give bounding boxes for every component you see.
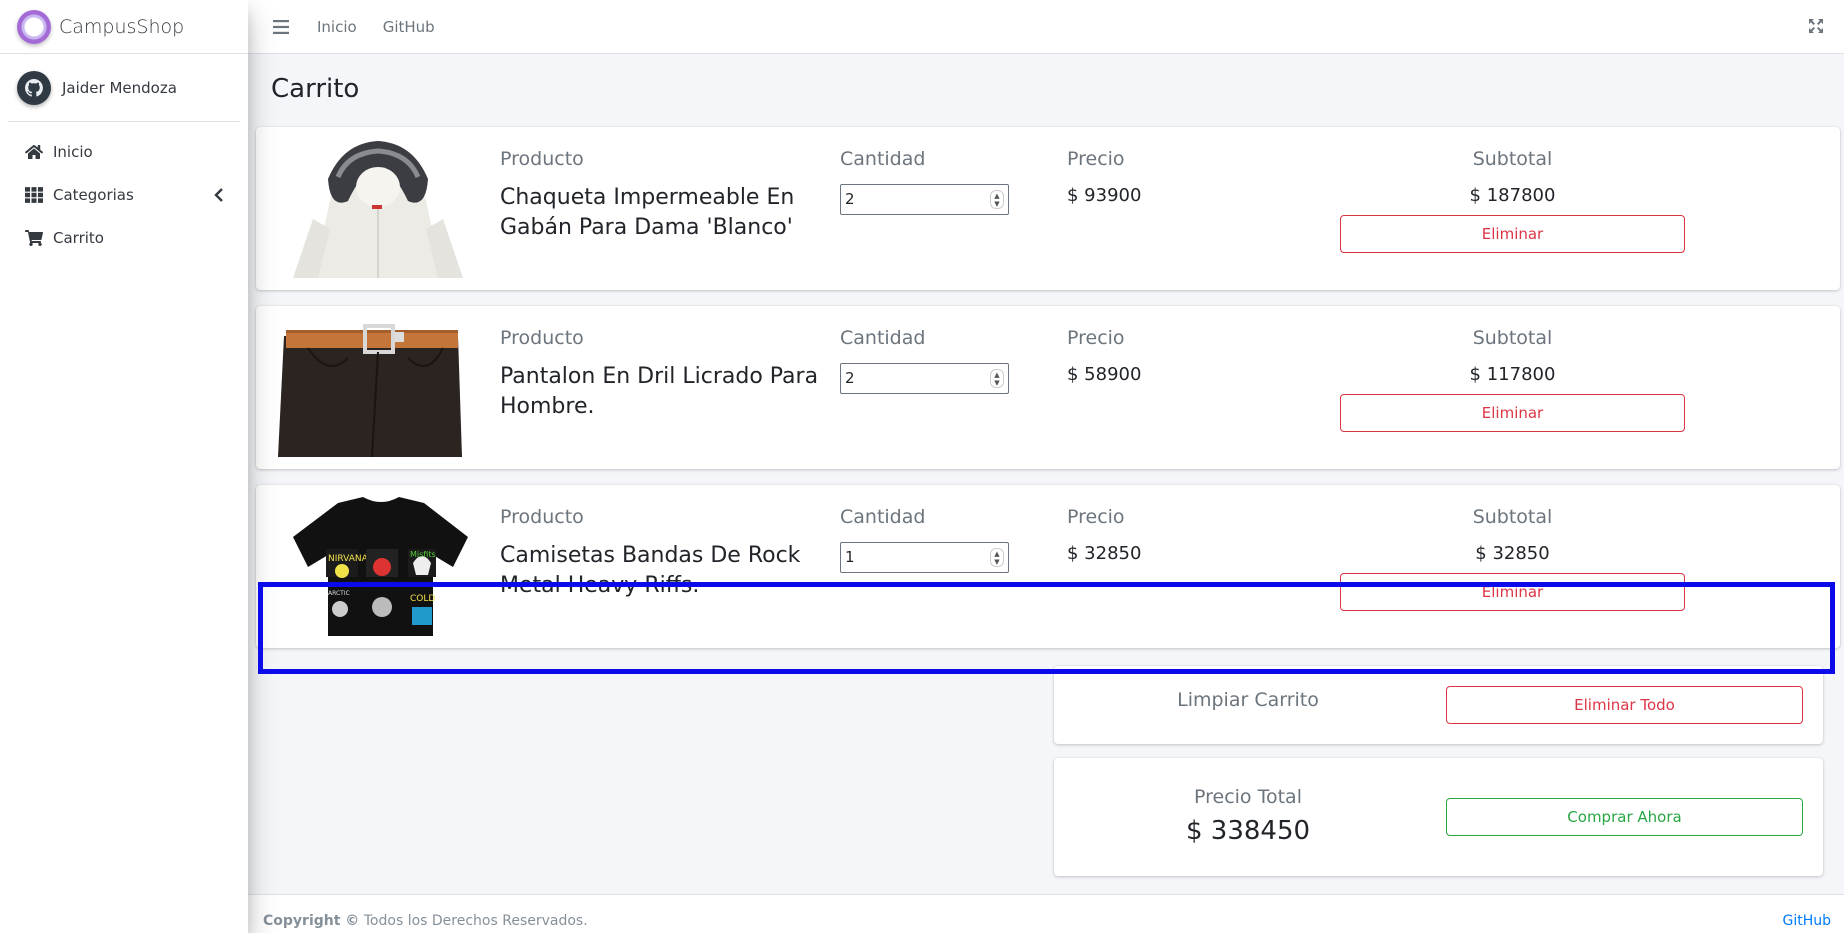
top-navbar: Inicio GitHub (248, 0, 1844, 54)
clear-cart-card: Limpiar Carrito Eliminar Todo (1054, 666, 1823, 744)
svg-text:Misfits: Misfits (410, 550, 436, 559)
product-name: Chaqueta Impermeable En Gabán Para Dama … (500, 185, 795, 240)
footer: Copyright © Todos los Derechos Reservado… (248, 894, 1844, 933)
cart-icon (24, 228, 44, 248)
price-value: $ 93900 (1067, 185, 1142, 206)
brand-link[interactable]: CampusShop (0, 0, 248, 54)
subtotal-value: $ 117800 (1469, 364, 1556, 385)
github-icon (25, 78, 43, 97)
total-card: Precio Total $ 338450 Comprar Ahora (1054, 758, 1823, 876)
copyright-bold: Copyright © (263, 913, 360, 929)
subtotal-value: $ 187800 (1469, 185, 1556, 206)
remove-item-button[interactable]: Eliminar (1340, 215, 1685, 253)
quantity-value: 2 (845, 190, 855, 208)
grid-icon (24, 185, 44, 205)
sidebar-item-label: Categorias (53, 186, 134, 204)
user-name: Jaider Mendoza (62, 78, 177, 97)
footer-github-link[interactable]: GitHub (1782, 913, 1831, 929)
cart-item: NIRVANA Misfits ARCTIC COLD Producto Cam… (256, 485, 1840, 648)
buy-now-button[interactable]: Comprar Ahora (1446, 798, 1803, 836)
svg-text:COLD: COLD (410, 594, 435, 604)
copyright-rest: Todos los Derechos Reservados. (359, 913, 588, 929)
product-name: Pantalon En Dril Licrado Para Hombre. (500, 364, 819, 419)
chevron-left-icon (212, 187, 226, 203)
remove-all-button[interactable]: Eliminar Todo (1446, 686, 1803, 724)
quantity-label: Cantidad (840, 327, 926, 349)
sidebar-item-label: Carrito (53, 229, 104, 247)
sidebar: CampusShop Jaider Mendoza Inicio Categor… (0, 0, 248, 933)
expand-icon (1809, 19, 1823, 33)
sidebar-item-inicio[interactable]: Inicio (8, 132, 240, 172)
price-value: $ 32850 (1067, 543, 1142, 564)
subtotal-label: Subtotal (1472, 327, 1553, 349)
home-icon (24, 142, 44, 162)
product-image-tshirt: NIRVANA Misfits ARCTIC COLD (268, 497, 494, 636)
total-price-label: Precio Total (1194, 786, 1302, 808)
remove-item-button[interactable]: Eliminar (1340, 394, 1685, 432)
quantity-label: Cantidad (840, 148, 926, 170)
product-label: Producto (500, 148, 584, 170)
product-label: Producto (500, 327, 584, 349)
sidebar-nav: Inicio Categorias Carrito (0, 132, 248, 258)
copyright-text: Copyright © Todos los Derechos Reservado… (263, 913, 588, 929)
sidebar-item-categorias[interactable]: Categorias (8, 175, 240, 215)
menu-icon (273, 19, 289, 34)
total-price-value: $ 338450 (1185, 816, 1311, 846)
quantity-input[interactable]: 1 ▲ ▼ (840, 542, 1009, 573)
quantity-stepper[interactable]: ▲ ▼ (990, 548, 1004, 567)
quantity-stepper[interactable]: ▲ ▼ (990, 369, 1004, 388)
product-label: Producto (500, 506, 584, 528)
avatar (17, 70, 51, 105)
cart-item: Producto Pantalon En Dril Licrado Para H… (256, 306, 1840, 469)
quantity-input[interactable]: 2 ▲ ▼ (840, 184, 1009, 215)
user-panel[interactable]: Jaider Mendoza (8, 54, 240, 122)
sidebar-item-label: Inicio (53, 143, 93, 161)
quantity-input[interactable]: 2 ▲ ▼ (840, 363, 1009, 394)
cart-item: Producto Chaqueta Impermeable En Gabán P… (256, 127, 1840, 290)
hamburger-menu-button[interactable] (270, 17, 292, 37)
remove-item-button[interactable]: Eliminar (1340, 573, 1685, 611)
svg-text:ARCTIC: ARCTIC (328, 590, 350, 597)
price-value: $ 58900 (1067, 364, 1142, 385)
price-label: Precio (1067, 327, 1125, 349)
brand-logo (17, 9, 51, 44)
subtotal-label: Subtotal (1472, 148, 1553, 170)
svg-text:NIRVANA: NIRVANA (328, 554, 369, 564)
topbar-link-github[interactable]: GitHub (383, 18, 435, 36)
quantity-stepper[interactable]: ▲ ▼ (990, 190, 1004, 209)
product-image-pants (268, 318, 494, 457)
sidebar-item-carrito[interactable]: Carrito (8, 218, 240, 258)
quantity-label: Cantidad (840, 506, 926, 528)
quantity-value: 1 (845, 548, 855, 566)
fullscreen-button[interactable] (1808, 18, 1826, 36)
price-label: Precio (1067, 506, 1125, 528)
subtotal-label: Subtotal (1472, 506, 1553, 528)
price-label: Precio (1067, 148, 1125, 170)
product-image-jacket (268, 139, 494, 278)
brand-name: CampusShop (59, 15, 185, 38)
topbar-link-inicio[interactable]: Inicio (317, 18, 357, 36)
product-name: Camisetas Bandas De Rock Metal Heavy Rif… (500, 543, 801, 598)
main-content: Carrito Producto Chaqueta Impermeable En… (248, 54, 1844, 894)
page-title: Carrito (271, 74, 360, 104)
clear-cart-label: Limpiar Carrito (1177, 689, 1319, 711)
subtotal-value: $ 32850 (1475, 543, 1550, 564)
quantity-value: 2 (845, 369, 855, 387)
